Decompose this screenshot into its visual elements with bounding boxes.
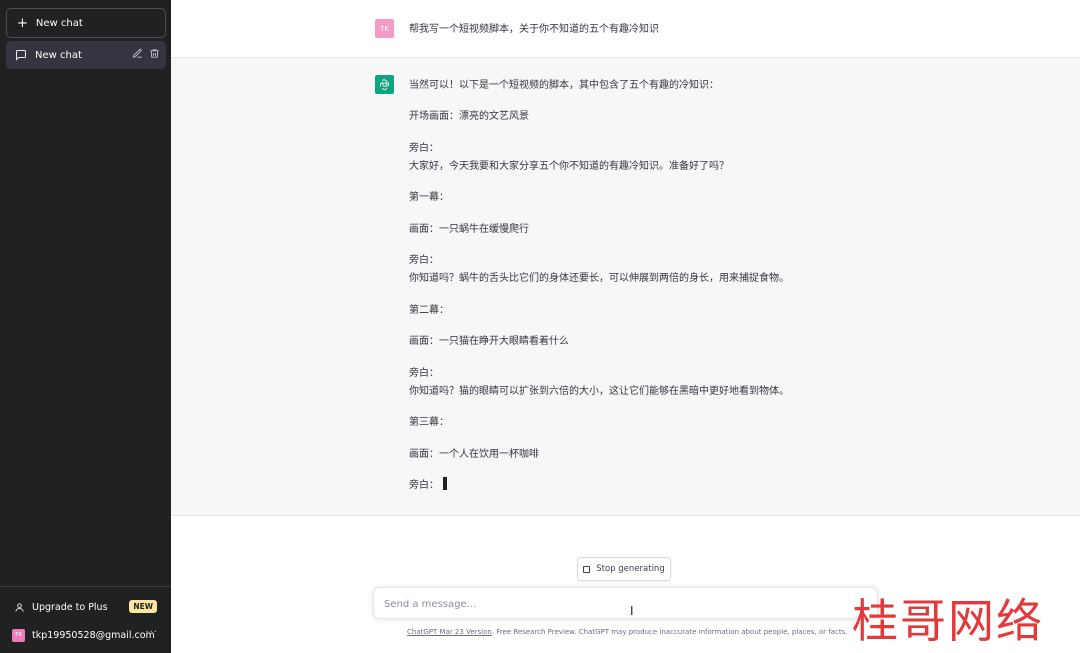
message-line: 旁白： (409, 368, 439, 379)
chatgpt-logo-icon (375, 75, 394, 94)
version-link[interactable]: ChatGPT Mar 23 Version (407, 628, 492, 636)
message-line: 第三幕： (409, 417, 449, 428)
footer-text: . Free Research Preview. ChatGPT may pro… (491, 628, 848, 636)
user-avatar: TK (375, 19, 394, 38)
message-line: 你知道吗？猫的眼睛可以扩张到六倍的大小，这让它们能够在黑暗中更好地看到物体。 (409, 386, 789, 397)
message-input[interactable] (384, 596, 844, 612)
new-chat-label: New chat (35, 17, 83, 29)
sidebar: + New chat New chat Upgrade to Plus NEW … (0, 0, 171, 653)
stop-generating-button[interactable]: Stop generating (577, 557, 671, 581)
message-input-box[interactable] (373, 587, 878, 619)
user-icon (15, 602, 24, 612)
stop-generating-label: Stop generating (596, 564, 665, 574)
text-cursor-icon: I (630, 604, 634, 618)
more-icon[interactable]: ··· (145, 627, 158, 638)
account-menu[interactable]: TK tkp19950528@gmail.com ··· (12, 627, 164, 643)
assistant-message-row: 当然可以！以下是一个短视频的脚本，其中包含了五个有趣的冷知识： 开场画面：漂亮的… (171, 58, 1080, 516)
message-line: 旁白： (409, 143, 439, 154)
user-message-row: TK 帮我写一个短视频脚本，关于你不知道的五个有趣冷知识 (171, 0, 1080, 58)
message-line: 旁白： (409, 480, 439, 491)
message-line: 画面：一只蜗牛在缓慢爬行 (409, 224, 529, 235)
message-line: 旁白： (409, 255, 439, 266)
plus-icon: + (17, 15, 28, 31)
message-line: 开场画面：漂亮的文艺风景 (409, 111, 529, 122)
sidebar-footer: Upgrade to Plus NEW TK tkp19950528@gmail… (0, 586, 171, 642)
message-line: 大家好，今天我要和大家分享五个你不知道的有趣冷知识。准备好了吗？ (409, 161, 729, 172)
message-icon (16, 50, 26, 61)
upgrade-to-plus-button[interactable]: Upgrade to Plus NEW (14, 599, 164, 615)
avatar: TK (12, 628, 25, 642)
message-line: 你知道吗？蜗牛的舌头比它们的身体还要长，可以伸展到两倍的身长，用来捕捉食物。 (409, 273, 789, 284)
stop-icon (583, 565, 591, 573)
message-line: 第一幕： (409, 192, 449, 203)
sidebar-item-label: New chat (35, 49, 82, 61)
message-line: 第二幕： (409, 305, 449, 316)
account-email: tkp19950528@gmail.com (32, 629, 155, 641)
watermark: 桂哥网络 (852, 594, 1044, 648)
main-panel: TK 帮我写一个短视频脚本，关于你不知道的五个有趣冷知识 当然可以！以下是一个短… (171, 0, 1080, 653)
edit-icon[interactable] (132, 48, 143, 59)
message-line-last: 旁白： (409, 476, 447, 491)
message-line: 当然可以！以下是一个短视频的脚本，其中包含了五个有趣的冷知识： (409, 80, 719, 91)
new-badge: NEW (129, 600, 157, 613)
user-message-text: 帮我写一个短视频脚本，关于你不知道的五个有趣冷知识 (409, 24, 659, 35)
message-line: 画面：一只猫在睁开大眼睛看着什么 (409, 336, 569, 347)
typing-cursor (443, 477, 447, 490)
sidebar-item-chat[interactable]: New chat (6, 41, 166, 69)
message-line: 画面：一个人在饮用一杯咖啡 (409, 449, 539, 460)
footer-disclaimer: ChatGPT Mar 23 Version. Free Research Pr… (407, 628, 847, 636)
upgrade-label: Upgrade to Plus (32, 601, 108, 613)
trash-icon[interactable] (149, 48, 160, 59)
new-chat-button[interactable]: + New chat (6, 8, 166, 38)
